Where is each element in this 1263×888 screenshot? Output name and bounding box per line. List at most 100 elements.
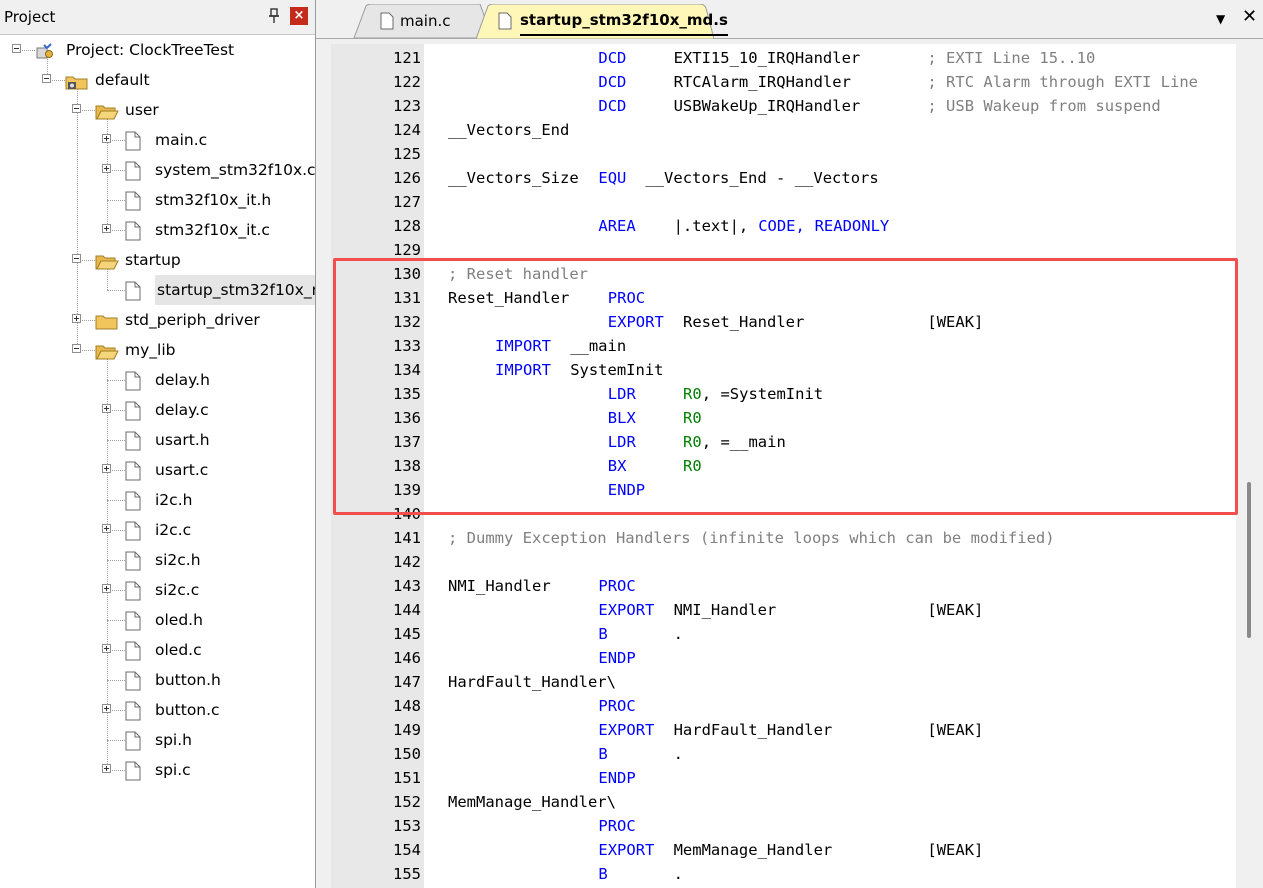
code-line[interactable]: 133 IMPORT __main [331,334,1236,358]
tree-item[interactable]: my_lib [0,335,315,365]
tree-item[interactable]: startup_stm32f10x_md.s [0,275,315,305]
tree-item[interactable]: system_stm32f10x.c [0,155,315,185]
code-line[interactable]: 155 B. [331,862,1236,886]
code-line[interactable]: 140 [331,502,1236,526]
code-line[interactable]: 135 LDR R0, =SystemInit [331,382,1236,406]
code-line[interactable]: 150 B. [331,742,1236,766]
code-line[interactable]: 147 HardFault_Handler\ [331,670,1236,694]
expand-icon[interactable] [102,644,111,653]
close-panel-button[interactable]: × [290,7,308,25]
tree-item[interactable]: Project: ClockTreeTest [0,35,315,65]
line-number: 145 [393,625,421,643]
close-tab-button[interactable]: ✕ [1242,6,1257,27]
code-editor[interactable]: 121 DCD EXTI15_10_IRQHandler ; EXTI Line 15… [331,44,1236,888]
tree-item[interactable]: oled.h [0,605,315,635]
code-line[interactable]: 148 PROC [331,694,1236,718]
code-line[interactable]: 137 LDR R0, =__main [331,430,1236,454]
tree-item[interactable]: std_periph_driver [0,305,315,335]
code-line[interactable]: 142 [331,550,1236,574]
tree-item[interactable]: usart.h [0,425,315,455]
tree-item-label: system_stm32f10x.c [155,161,316,179]
code-line[interactable]: 131 Reset_Handler PROC [331,286,1236,310]
code-text: USBWakeUp_IRQHandler [673,97,861,115]
tree-item[interactable]: button.h [0,665,315,695]
code-line[interactable]: 141 ; Dummy Exception Handlers (infinite … [331,526,1236,550]
expand-icon[interactable] [102,584,111,593]
code-line[interactable]: 139 ENDP [331,478,1236,502]
tree-item[interactable]: startup [0,245,315,275]
tree-item-label: oled.h [155,611,203,629]
code-line[interactable]: 127 [331,190,1236,214]
code-line[interactable]: 152 MemManage_Handler\ [331,790,1236,814]
code-line[interactable]: 129 [331,238,1236,262]
collapse-icon[interactable] [12,44,21,53]
line-number: 138 [393,457,421,475]
code-line[interactable]: 149 EXPORT HardFault_Handler [WEAK] [331,718,1236,742]
vertical-scrollbar[interactable] [1238,44,1263,888]
code-text: NMI_Handler [448,577,551,595]
tree-item[interactable]: stm32f10x_it.h [0,185,315,215]
tree-item-label: startup [125,251,181,269]
expand-icon[interactable] [102,224,111,233]
code-text: MemManage_Handler\ [448,793,616,811]
tree-item[interactable]: delay.c [0,395,315,425]
code-line[interactable]: 143 NMI_Handler PROC [331,574,1236,598]
code-line[interactable]: 134 IMPORT SystemInit [331,358,1236,382]
pin-icon[interactable] [268,8,280,24]
tree-item-label: spi.h [155,731,192,749]
code-text: . [673,865,683,883]
code-line[interactable]: 136 BLX R0 [331,406,1236,430]
code-line[interactable]: 125 [331,142,1236,166]
line-number: 140 [393,505,421,523]
tree-item[interactable]: i2c.h [0,485,315,515]
code-line[interactable]: 124 __Vectors_End [331,118,1236,142]
code-line[interactable]: 138 BX R0 [331,454,1236,478]
code-text: __Vectors_End - __Vectors [645,169,879,187]
expand-icon[interactable] [72,314,81,323]
tree-item[interactable]: main.c [0,125,315,155]
code-line[interactable]: 145 B. [331,622,1236,646]
code-comment: ; EXTI Line 15..10 [927,49,1096,67]
tree-item[interactable]: spi.h [0,725,315,755]
expand-icon[interactable] [102,524,111,533]
code-line[interactable]: 130 ; Reset handler [331,262,1236,286]
collapse-icon[interactable] [72,254,81,263]
tree-item[interactable]: default [0,65,315,95]
tree-item[interactable]: oled.c [0,635,315,665]
code-line[interactable]: 153 PROC [331,814,1236,838]
tree-item[interactable]: delay.h [0,365,315,395]
code-line[interactable]: 121 DCD EXTI15_10_IRQHandler ; EXTI Line 15… [331,46,1236,70]
tab-startup-stm32f10x-md-s[interactable]: startup_stm32f10x_md.s [476,4,728,39]
tree-item[interactable]: i2c.c [0,515,315,545]
tree-item[interactable]: si2c.h [0,545,315,575]
expand-icon[interactable] [102,704,111,713]
expand-icon[interactable] [102,764,111,773]
tree-item[interactable]: spi.c [0,755,315,785]
scrollbar-thumb[interactable] [1247,482,1251,638]
expand-icon[interactable] [102,164,111,173]
expand-icon[interactable] [102,404,111,413]
tree-item[interactable]: user [0,95,315,125]
code-line[interactable]: 146 ENDP [331,646,1236,670]
tree-item[interactable]: usart.c [0,455,315,485]
tab-list-dropdown-button[interactable]: ▼ [1216,12,1225,26]
tree-item[interactable]: button.c [0,695,315,725]
collapse-icon[interactable] [72,104,81,113]
tree-item[interactable]: stm32f10x_it.c [0,215,315,245]
collapse-icon[interactable] [72,344,81,353]
code-line[interactable]: 128 AREA |.text|, CODE, READONLY [331,214,1236,238]
code-line[interactable]: 132 EXPORT Reset_Handler [WEAK] [331,310,1236,334]
code-line[interactable]: 144 EXPORT NMI_Handler [WEAK] [331,598,1236,622]
code-line[interactable]: 154 EXPORT MemManage_Handler [WEAK] [331,838,1236,862]
collapse-icon[interactable] [42,74,51,83]
tree-item[interactable]: si2c.c [0,575,315,605]
code-line[interactable]: 126 __Vectors_Size EQU __Vectors_End - __Ve… [331,166,1236,190]
code-line[interactable]: 151 ENDP [331,766,1236,790]
code-line[interactable]: 122 DCD RTCAlarm_IRQHandler ; RTC Alarm thr… [331,70,1236,94]
expand-icon[interactable] [102,134,111,143]
code-keyword: AREA [598,217,636,235]
code-keyword: DCD [598,73,627,91]
expand-icon[interactable] [102,464,111,473]
tab-main-c[interactable]: main.c [342,4,492,38]
code-line[interactable]: 123 DCD USBWakeUp_IRQHandler ; USB Wakeup f… [331,94,1236,118]
